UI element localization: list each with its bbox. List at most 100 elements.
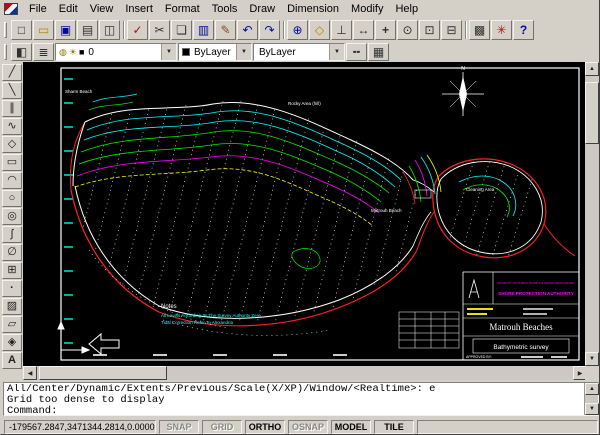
redraw-icon[interactable]: ✳: [491, 20, 512, 40]
scroll-up-icon[interactable]: [585, 62, 599, 76]
redo-icon[interactable]: ↷: [259, 20, 280, 40]
donut-icon[interactable]: ◎: [2, 208, 22, 225]
mtext-icon[interactable]: A: [2, 352, 22, 369]
save-icon[interactable]: ▣: [55, 20, 76, 40]
osnap-toggle[interactable]: OSNAP: [288, 420, 328, 434]
print-icon[interactable]: ▤: [77, 20, 98, 40]
zoom-previous-icon[interactable]: ⊟: [441, 20, 462, 40]
menu-insert[interactable]: Insert: [119, 2, 159, 17]
spelling-icon[interactable]: ✓: [127, 20, 148, 40]
sounding-transects: [53, 77, 481, 347]
scrollbar-corner: [585, 366, 599, 380]
make-layer-current-icon[interactable]: ◧: [11, 43, 32, 61]
menu-file[interactable]: File: [23, 2, 53, 17]
title-block: MINISTRY OF PUBLIC WORKS & WATER RESOURC…: [463, 272, 579, 360]
rectangle-icon[interactable]: ▭: [2, 154, 22, 171]
linetype-dropdown[interactable]: ByLayer: [253, 43, 345, 61]
help-icon[interactable]: ?: [513, 20, 534, 40]
horizontal-scroll-track[interactable]: [37, 366, 573, 380]
sheet-title: Bathymetric survey: [493, 344, 549, 351]
sheet-border: [61, 68, 579, 360]
menu-view[interactable]: View: [84, 2, 120, 17]
region-icon[interactable]: ▱: [2, 316, 22, 333]
command-history[interactable]: All/Center/Dynamic/Extents/Previous/Scal…: [3, 382, 599, 416]
cleaning-area-label: Cleaning Area: [466, 187, 495, 192]
line-icon[interactable]: ╱: [2, 64, 22, 81]
launch-browser-icon[interactable]: ⊕: [287, 20, 308, 40]
zoom-window-icon[interactable]: ⊡: [419, 20, 440, 40]
arc-icon[interactable]: ◠: [2, 172, 22, 189]
new-icon[interactable]: □: [11, 20, 32, 40]
menu-help[interactable]: Help: [389, 2, 424, 17]
spline-icon[interactable]: ∫: [2, 226, 22, 243]
menu-tools[interactable]: Tools: [206, 2, 244, 17]
place-labels: Sharm Beach Rocky Area (hill) Matrouh Be…: [65, 89, 495, 213]
object-snap-icon[interactable]: ◇: [309, 20, 330, 40]
scroll-down-icon[interactable]: [585, 352, 599, 366]
layer-dropdown[interactable]: ◍ ☀ ■ 0: [55, 43, 177, 61]
paste-icon[interactable]: ▥: [193, 20, 214, 40]
model-toggle[interactable]: MODEL: [331, 420, 371, 434]
authority-label: SHORE PROTECTION AUTHORITY: [498, 291, 574, 296]
properties-icon[interactable]: ▦: [368, 43, 389, 61]
circle-icon[interactable]: ○: [2, 190, 22, 207]
vertical-scroll-thumb[interactable]: [585, 82, 599, 144]
horizontal-scrollbar[interactable]: [23, 366, 587, 380]
ortho-toggle[interactable]: ORTHO: [245, 420, 285, 434]
project-title: Matrouh Beaches: [489, 322, 553, 332]
command-text[interactable]: All/Center/Dynamic/Extents/Previous/Scal…: [7, 384, 581, 417]
layer-lock-icon: ■: [79, 48, 84, 57]
scroll-up-icon[interactable]: [585, 383, 599, 395]
drawing-app-icon[interactable]: [4, 3, 18, 15]
copy-icon[interactable]: ❏: [171, 20, 192, 40]
zoom-realtime-icon[interactable]: ⊙: [397, 20, 418, 40]
dropdown-arrow-icon[interactable]: [236, 44, 251, 60]
command-line-2: Grid too dense to display: [7, 395, 581, 406]
menu-dimension[interactable]: Dimension: [281, 2, 345, 17]
color-dropdown[interactable]: ByLayer: [178, 43, 252, 61]
ucs-icon[interactable]: ⊥: [331, 20, 352, 40]
snap-toggle[interactable]: SNAP: [159, 420, 199, 434]
print-preview-icon[interactable]: ◫: [99, 20, 120, 40]
menu-modify[interactable]: Modify: [345, 2, 389, 17]
dropdown-arrow-icon[interactable]: [161, 44, 176, 60]
toolbar-grip[interactable]: [4, 22, 7, 38]
drawing-canvas[interactable]: N Sharm Beach Rocky Area (hill) Matrouh …: [23, 62, 587, 366]
insert-block-icon[interactable]: ⊞: [2, 262, 22, 279]
boundary-icon[interactable]: ◈: [2, 334, 22, 351]
horizontal-scroll-thumb[interactable]: [39, 366, 167, 380]
toolbar-grip[interactable]: [4, 44, 7, 60]
menu-edit[interactable]: Edit: [53, 2, 84, 17]
authority-logo: [469, 280, 479, 298]
aerial-view-icon[interactable]: ▩: [469, 20, 490, 40]
tile-toggle[interactable]: TILE: [374, 420, 414, 434]
vertical-scrollbar[interactable]: [585, 62, 599, 366]
open-icon[interactable]: ▭: [33, 20, 54, 40]
dropdown-arrow-icon[interactable]: [329, 44, 344, 60]
construction-line-icon[interactable]: ╲: [2, 82, 22, 99]
layers-icon[interactable]: ≣: [33, 43, 54, 61]
coordinate-display: -179567.2847,3471344.2814,0.0000: [4, 420, 156, 434]
menu-draw[interactable]: Draw: [243, 2, 281, 17]
layer-thaw-icon: ☀: [69, 48, 77, 57]
cut-icon[interactable]: ✂: [149, 20, 170, 40]
linetype-manager-icon[interactable]: ╍: [346, 43, 367, 61]
pan-realtime-icon[interactable]: +: [375, 20, 396, 40]
hatch-icon[interactable]: ▨: [2, 298, 22, 315]
point-icon[interactable]: ·: [2, 280, 22, 297]
polyline-icon[interactable]: ∿: [2, 118, 22, 135]
polygon-icon[interactable]: ◇: [2, 136, 22, 153]
distance-icon[interactable]: ↔: [353, 20, 374, 40]
command-scrollbar[interactable]: [584, 383, 598, 415]
match-properties-icon[interactable]: ✎: [215, 20, 236, 40]
menu-format[interactable]: Format: [159, 2, 206, 17]
notes-line-2: Tidal Correction Refer To Alexandria: [161, 320, 234, 325]
scroll-down-icon[interactable]: [585, 403, 599, 415]
vertical-scroll-track[interactable]: [585, 76, 599, 352]
grid-toggle[interactable]: GRID: [202, 420, 242, 434]
scroll-left-icon[interactable]: [23, 366, 37, 380]
multiline-icon[interactable]: ∥: [2, 100, 22, 117]
undo-icon[interactable]: ↶: [237, 20, 258, 40]
command-prompt[interactable]: Command:: [7, 406, 581, 417]
ellipse-icon[interactable]: ∅: [2, 244, 22, 261]
